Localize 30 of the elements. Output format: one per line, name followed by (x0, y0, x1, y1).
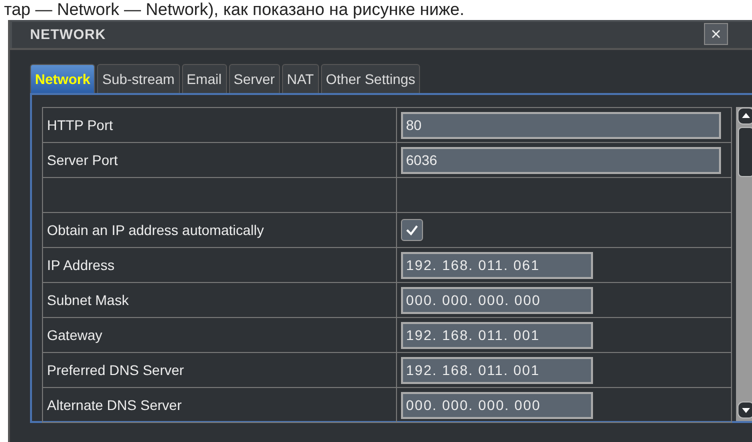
tab[interactable]: Network (30, 64, 96, 93)
ip-field[interactable]: 192. 168. 011. 061 (401, 252, 593, 278)
field-label: Preferred DNS Server (47, 362, 184, 378)
field-label: Gateway (47, 327, 102, 343)
scroll-thumb[interactable] (738, 127, 752, 177)
window-title: NETWORK (30, 26, 106, 42)
tab[interactable]: Email (182, 64, 227, 93)
tab[interactable]: Server (228, 64, 280, 93)
ip-field[interactable]: 192. 168. 011. 001 (401, 356, 593, 384)
field-label: Obtain an IP address automatically (47, 222, 264, 238)
ip-field[interactable]: 000. 000. 000. 000 (401, 392, 593, 418)
scroll-bar[interactable] (736, 107, 752, 421)
field-label: Alternate DNS Server (47, 397, 182, 413)
ip-field[interactable]: 000. 000. 000. 000 (401, 286, 593, 314)
checkmark-icon (405, 224, 419, 236)
ip-field[interactable]: 192. 168. 011. 001 (401, 322, 593, 348)
field-label: Subnet Mask (47, 292, 129, 308)
field-label: HTTP Port (47, 117, 113, 133)
input-field[interactable]: 6036 (401, 146, 721, 174)
scroll-down-icon[interactable] (737, 401, 752, 419)
caption-text: тар — Network — Network), как показано на рисунке ниже. (3, 0, 466, 20)
close-button[interactable]: × (704, 23, 728, 45)
field-label: Server Port (47, 152, 118, 168)
tab[interactable]: Other Settings (320, 64, 420, 93)
tab[interactable]: Sub-stream (97, 64, 180, 93)
scroll-up-icon[interactable] (737, 107, 752, 125)
tab[interactable]: NAT (282, 64, 319, 93)
field-label: IP Address (47, 257, 114, 273)
checkbox[interactable] (401, 219, 423, 241)
input-field[interactable]: 80 (401, 112, 721, 138)
